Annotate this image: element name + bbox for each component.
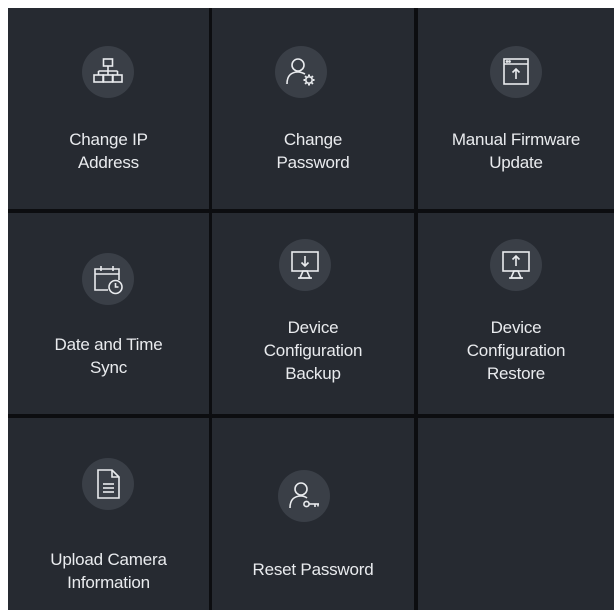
- change-ip-address-label: Change IP Address: [69, 130, 148, 172]
- upload-camera-information-label: Upload Camera Information: [50, 550, 167, 592]
- upload-camera-information-tile[interactable]: Upload Camera Information: [8, 418, 209, 610]
- change-ip-address-tile[interactable]: Change IP Address: [8, 8, 209, 209]
- user-key-icon: [278, 470, 330, 522]
- date-time-sync-label: Date and Time Sync: [54, 335, 163, 377]
- tools-grid: Change IP Address Change Password Manual…: [8, 8, 614, 610]
- monitor-download-icon: [279, 239, 331, 291]
- change-password-tile[interactable]: Change Password: [212, 8, 414, 209]
- device-configuration-backup-label: Device Configuration Backup: [263, 318, 363, 383]
- firmware-upload-icon: [490, 46, 542, 98]
- device-configuration-restore-label: Device Configuration Restore: [466, 318, 566, 383]
- empty-tile: [418, 418, 614, 610]
- document-icon: [82, 458, 134, 510]
- device-configuration-backup-tile[interactable]: Device Configuration Backup: [212, 213, 414, 414]
- monitor-upload-icon: [490, 239, 542, 291]
- reset-password-tile[interactable]: Reset Password: [212, 418, 414, 610]
- device-configuration-restore-tile[interactable]: Device Configuration Restore: [418, 213, 614, 414]
- network-topology-icon: [82, 46, 134, 98]
- reset-password-label: Reset Password: [252, 560, 374, 579]
- user-settings-icon: [275, 46, 327, 98]
- manual-firmware-update-label: Manual Firmware Update: [451, 130, 581, 172]
- change-password-label: Change Password: [276, 130, 350, 172]
- manual-firmware-update-tile[interactable]: Manual Firmware Update: [418, 8, 614, 209]
- calendar-clock-icon: [82, 253, 134, 305]
- date-time-sync-tile[interactable]: Date and Time Sync: [8, 213, 209, 414]
